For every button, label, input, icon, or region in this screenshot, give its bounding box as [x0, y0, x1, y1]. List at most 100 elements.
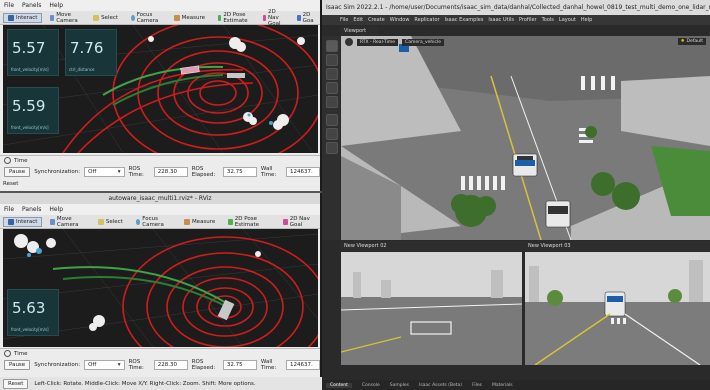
focus-camera-icon [131, 14, 135, 21]
menu-file[interactable]: File [4, 2, 14, 9]
chevron-down-icon: ▾ [117, 362, 121, 368]
menu-panels[interactable]: Panels [22, 206, 41, 213]
tab-new-viewport-02[interactable]: New Viewport 02 [340, 241, 528, 251]
ros-elapsed-field[interactable]: 32.75 [222, 167, 257, 177]
nav-goal-tool[interactable]: 2D Nav Goal [278, 214, 320, 230]
rviz-top-3d-view[interactable]: 5.57 front_velocity[m/s] 7.76 ctrl_dista… [3, 25, 318, 153]
menu-create[interactable]: Create [368, 17, 385, 23]
tab-new-viewport-03[interactable]: New Viewport 03 [524, 241, 710, 251]
menu-window[interactable]: Window [390, 17, 410, 23]
select-tool[interactable]: Select [88, 13, 123, 23]
menu-help[interactable]: Help [49, 2, 63, 9]
goal-tool[interactable]: 2D Goa [292, 10, 321, 26]
menu-panels[interactable]: Panels [22, 2, 41, 9]
rviz-window-top: File Panels Help Interact Move Camera Se… [0, 0, 320, 191]
viewport-02-scene [341, 252, 522, 365]
cursor-icon [8, 14, 14, 21]
select-icon [97, 218, 104, 225]
move-camera-icon [50, 14, 55, 21]
pause-icon[interactable] [326, 128, 338, 140]
tab-viewport[interactable]: Viewport [340, 26, 378, 36]
nav-goal-icon [283, 218, 288, 225]
cursor-icon [8, 218, 14, 225]
metric-panel-ctrl-distance: 7.76 ctrl_distance [65, 29, 117, 76]
menu-help[interactable]: Help [581, 17, 592, 23]
move-tool-icon[interactable] [326, 54, 338, 66]
pause-button[interactable]: Pause [4, 167, 31, 177]
ctrl-distance-value: 7.76 [70, 39, 104, 57]
measure-icon [173, 14, 180, 21]
sync-dropdown[interactable]: Off ▾ [84, 360, 125, 370]
pose-estimate-tool[interactable]: 2D Pose Estimate [213, 10, 255, 26]
pause-button[interactable]: Pause [4, 360, 31, 370]
menu-tools[interactable]: Tools [542, 17, 554, 23]
tab-materials[interactable]: Materials [492, 383, 513, 388]
viewport-03[interactable] [525, 252, 710, 365]
measure-tool[interactable]: Measure [169, 13, 210, 23]
menu-replicator[interactable]: Replicator [414, 17, 439, 23]
pose-estimate-icon [228, 218, 233, 225]
rviz-bottom-3d-view[interactable]: 5.63 front_velocity[m/s] [3, 229, 318, 347]
isaac-menubar: File Edit Create Window Replicator Isaac… [322, 15, 710, 25]
menu-isaac-utils[interactable]: Isaac Utils [488, 17, 514, 23]
viewport-settings-icon[interactable] [345, 38, 353, 46]
metric-panel-front-velocity: 5.57 front_velocity[m/s] [7, 29, 59, 76]
menu-layout[interactable]: Layout [559, 17, 576, 23]
menu-isaac-examples[interactable]: Isaac Examples [445, 17, 484, 23]
play-icon[interactable] [326, 114, 338, 126]
status-bar: Reset Left-Click: Rotate. Middle-Click: … [0, 377, 323, 390]
front-velocity-value: 5.57 [12, 39, 46, 57]
wall-time-field[interactable]: 124637. [286, 167, 320, 177]
metric-panel-front-velocity-2: 5.59 front_velocity[m/s] [7, 87, 59, 134]
clock-icon [4, 350, 11, 357]
tab-console[interactable]: Console [362, 383, 380, 388]
ctrl-distance-caption: ctrl_distance [69, 67, 95, 72]
pose-estimate-icon [217, 14, 222, 21]
rotate-tool-icon[interactable] [326, 68, 338, 80]
scale-tool-icon[interactable] [326, 82, 338, 94]
viewport-02[interactable] [341, 252, 522, 365]
render-mode-label[interactable]: RTX - Real-Time [357, 38, 399, 46]
measure-tool[interactable]: Measure [179, 217, 220, 227]
default-light-label[interactable]: ✹ Default [677, 38, 706, 45]
select-tool[interactable]: Select [93, 217, 128, 227]
reset-button[interactable]: Reset [3, 378, 29, 389]
tab-content[interactable]: Content [326, 382, 352, 388]
ros-time-field[interactable]: 228.30 [153, 167, 188, 177]
ros-elapsed-field[interactable]: 32.75 [222, 360, 257, 370]
wall-time-field[interactable]: 124637. [286, 360, 320, 370]
menu-file[interactable]: File [4, 206, 14, 213]
reset-button[interactable]: Reset [3, 181, 18, 187]
isaac-sim-window: Isaac Sim 2022.2.1 - /home/user/Document… [322, 0, 710, 390]
isaac-titlebar: Isaac Sim 2022.2.1 - /home/user/Document… [322, 0, 710, 15]
ros-time-field[interactable]: 228.30 [153, 360, 188, 370]
snap-tool-icon[interactable] [326, 96, 338, 108]
rviz-bottom-titlebar: autoware_isaac_multi1.rviz* - RViz [0, 193, 320, 204]
time-panel-bottom: Time Pause Synchronization: Off ▾ ROS Tim… [0, 348, 320, 371]
pose-estimate-tool[interactable]: 2D Pose Estimate [223, 214, 275, 230]
tab-isaac-assets[interactable]: Isaac Assets (Beta) [419, 383, 462, 388]
menu-file[interactable]: File [340, 17, 348, 23]
camera-label[interactable]: Camera_vehicle [402, 38, 444, 46]
menu-edit[interactable]: Edit [353, 17, 363, 23]
move-camera-tool[interactable]: Move Camera [45, 10, 85, 26]
stop-icon[interactable] [326, 142, 338, 154]
wall-time-label: Wall Time: [260, 166, 277, 178]
main-viewport[interactable]: RTX - Real-Time Camera_vehicle ✹ Default [341, 36, 710, 240]
select-tool-icon[interactable] [326, 40, 338, 52]
move-camera-tool[interactable]: Move Camera [45, 214, 89, 230]
tab-files[interactable]: Files [472, 383, 482, 388]
menu-profiler[interactable]: Profiler [519, 17, 537, 23]
focus-camera-icon [135, 218, 141, 225]
interact-tool[interactable]: Interact [3, 12, 43, 23]
tab-samples[interactable]: Samples [390, 383, 409, 388]
time-panel-top: Time Pause Synchronization: Off ▾ ROS Tim… [0, 155, 320, 178]
menu-help[interactable]: Help [49, 206, 63, 213]
front-velocity-2-value: 5.59 [12, 97, 46, 115]
focus-camera-tool[interactable]: Focus Camera [131, 214, 176, 230]
front-velocity-bottom-value: 5.63 [12, 299, 46, 317]
focus-camera-tool[interactable]: Focus Camera [126, 10, 166, 26]
sync-dropdown[interactable]: Off ▾ [84, 167, 125, 177]
interact-tool[interactable]: Interact [3, 216, 43, 227]
ros-elapsed-label: ROS Elapsed: [191, 166, 216, 178]
